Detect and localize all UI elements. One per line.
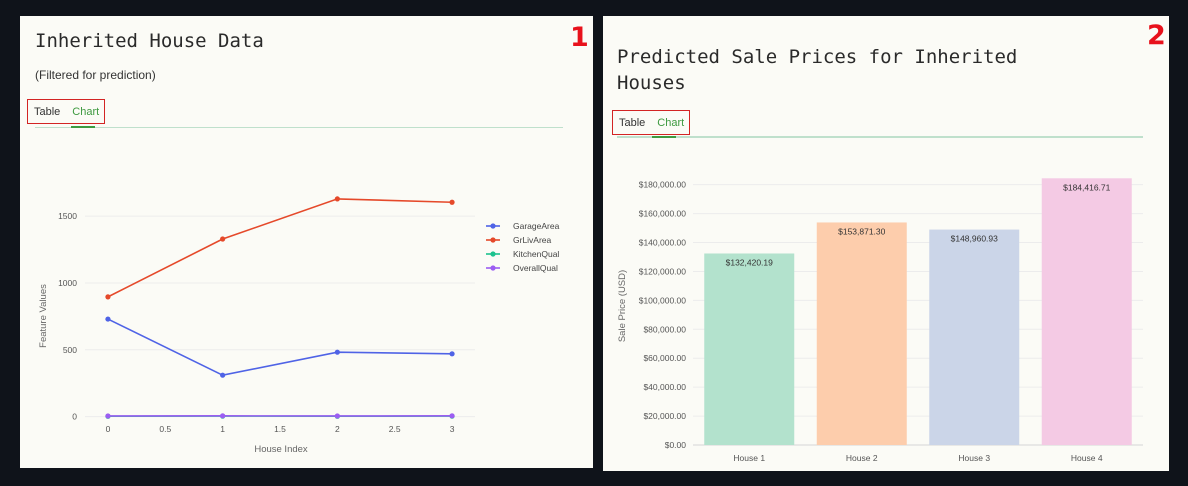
- bar-4[interactable]: [1041, 178, 1132, 446]
- data-point-grlivarea[interactable]: [334, 196, 340, 202]
- data-point-overallqual[interactable]: [334, 413, 340, 419]
- y-tick-label: 1000: [58, 278, 77, 288]
- y-tick-label: $80,000.00: [643, 324, 686, 334]
- data-point-garagearea[interactable]: [334, 349, 340, 355]
- x-tick-label: House 3: [958, 453, 990, 463]
- sale-price-bar-chart: $0.00 $20,000.00 $40,000.00 $60,000.00 $80,0…: [617, 178, 1143, 463]
- legend-marker: [490, 237, 496, 243]
- data-point-grlivarea[interactable]: [105, 294, 111, 300]
- data-point-overallqual[interactable]: [105, 413, 111, 419]
- predicted-prices-panel: Predicted Sale Prices for Inherited Hous…: [603, 16, 1169, 471]
- bar-1[interactable]: [704, 253, 795, 445]
- bar-value-label: $184,416.71: [1063, 182, 1111, 192]
- feature-line-chart: 0 500 1000 1500 0 0.5 1 1.5 2 2.5 3 GarageArea GrL…: [38, 196, 560, 455]
- legend-label[interactable]: OverallQual: [513, 263, 558, 273]
- series-line-grlivarea[interactable]: [107, 198, 453, 298]
- x-tick-label: 2.5: [389, 424, 401, 434]
- legend-label[interactable]: GrLivArea: [513, 235, 552, 245]
- y-tick-label: 1500: [58, 211, 77, 221]
- data-point-overallqual[interactable]: [220, 413, 226, 419]
- data-point-garagearea[interactable]: [105, 316, 111, 322]
- legend-marker: [490, 223, 496, 229]
- y-tick-label: $0.00: [665, 440, 687, 450]
- x-tick-label: House 1: [733, 453, 765, 463]
- data-point-garagearea[interactable]: [220, 372, 226, 378]
- y-tick-label: $160,000.00: [639, 209, 687, 219]
- x-tick-label: 2: [335, 424, 340, 434]
- data-point-overallqual[interactable]: [449, 413, 455, 419]
- y-tick-label: $100,000.00: [639, 295, 687, 305]
- data-point-garagearea[interactable]: [449, 351, 455, 357]
- data-point-grlivarea[interactable]: [449, 199, 455, 205]
- x-tick-label: House 4: [1071, 453, 1103, 463]
- bar-value-label: $153,871.30: [838, 226, 886, 236]
- x-tick-label: 0.5: [159, 424, 171, 434]
- x-tick-label: 3: [450, 424, 455, 434]
- legend-marker: [490, 265, 496, 271]
- bar-3[interactable]: [929, 229, 1020, 445]
- y-tick-label: $120,000.00: [639, 266, 687, 276]
- bar-2[interactable]: [816, 222, 907, 445]
- y-tick-label: $60,000.00: [643, 353, 686, 363]
- bar-value-label: $132,420.19: [726, 257, 774, 267]
- legend-label[interactable]: KitchenQual: [513, 249, 559, 259]
- legend-marker: [490, 251, 496, 257]
- y-tick-label: $180,000.00: [639, 180, 687, 190]
- y-tick-label: $140,000.00: [639, 238, 687, 248]
- series-line-garagearea[interactable]: [107, 318, 453, 377]
- y-axis-label: Sale Price (USD): [617, 270, 628, 342]
- y-tick-label: 0: [72, 412, 77, 422]
- y-axis-label: Feature Values: [38, 284, 49, 348]
- y-tick-label: $40,000.00: [643, 382, 686, 392]
- y-tick-label: $20,000.00: [643, 411, 686, 421]
- y-tick-label: 500: [63, 345, 77, 355]
- x-tick-label: 1.5: [274, 424, 286, 434]
- x-tick-label: 0: [106, 424, 111, 434]
- data-point-grlivarea[interactable]: [220, 236, 226, 242]
- bar-value-label: $148,960.93: [951, 234, 999, 244]
- x-tick-label: House 2: [846, 453, 878, 463]
- legend-label[interactable]: GarageArea: [513, 221, 560, 231]
- inherited-house-data-panel: Inherited House Data (Filtered for predi…: [20, 16, 593, 468]
- x-tick-label: 1: [220, 424, 225, 434]
- x-axis-label: House Index: [254, 444, 308, 455]
